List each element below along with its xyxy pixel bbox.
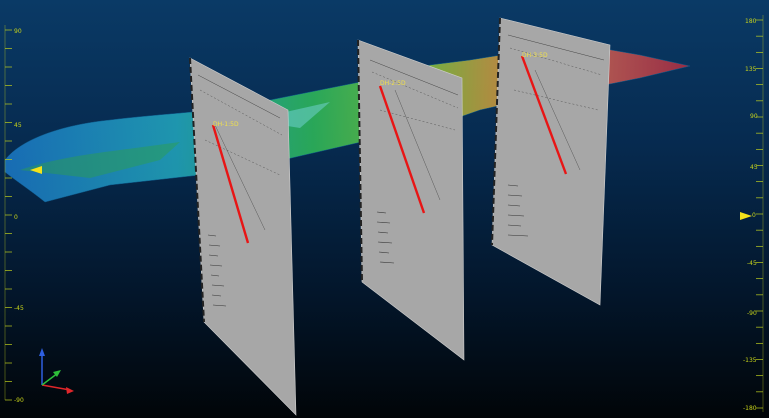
section-label-2: DH-2:5D [380, 80, 406, 87]
right-axis-label: 45 [750, 164, 758, 171]
section-label-1: DH-1:5D [213, 121, 239, 128]
x-axis-arrow-icon [66, 387, 74, 394]
cross-section-panel-2[interactable]: DH-2:5D [357, 39, 465, 361]
left-axis-label: 90 [14, 28, 22, 35]
orientation-triad[interactable] [39, 348, 74, 394]
right-axis-label: 135 [745, 66, 757, 73]
right-axis-label: -180 [743, 405, 757, 412]
right-axis-label: 0 [752, 212, 756, 219]
left-axis-label: 45 [14, 122, 22, 129]
right-axis: 180 135 90 45 0 -45 -90 -135 -180 [740, 15, 764, 412]
cross-section-panel-3[interactable]: DH-3:5D [491, 17, 611, 306]
cross-section-panel-1[interactable]: DH-1:5D [189, 57, 297, 416]
section-label-3: DH-3:5D [522, 52, 548, 59]
right-axis-label: 180 [745, 18, 757, 25]
left-axis-label: 0 [14, 214, 18, 221]
left-axis-label: -45 [14, 305, 24, 312]
left-axis-label: -90 [14, 397, 24, 404]
right-axis-label: 90 [750, 113, 758, 120]
z-axis-arrow-icon [39, 348, 45, 356]
right-axis-label: -135 [743, 357, 757, 364]
right-axis-label: -45 [747, 260, 757, 267]
left-axis: 90 45 0 -45 -90 [4, 25, 42, 404]
right-axis-label: -90 [747, 310, 757, 317]
3d-viewport[interactable]: 90 45 0 -45 -90 180 135 90 45 0 -45 -90 … [0, 0, 769, 418]
right-axis-marker-icon[interactable] [740, 212, 752, 220]
